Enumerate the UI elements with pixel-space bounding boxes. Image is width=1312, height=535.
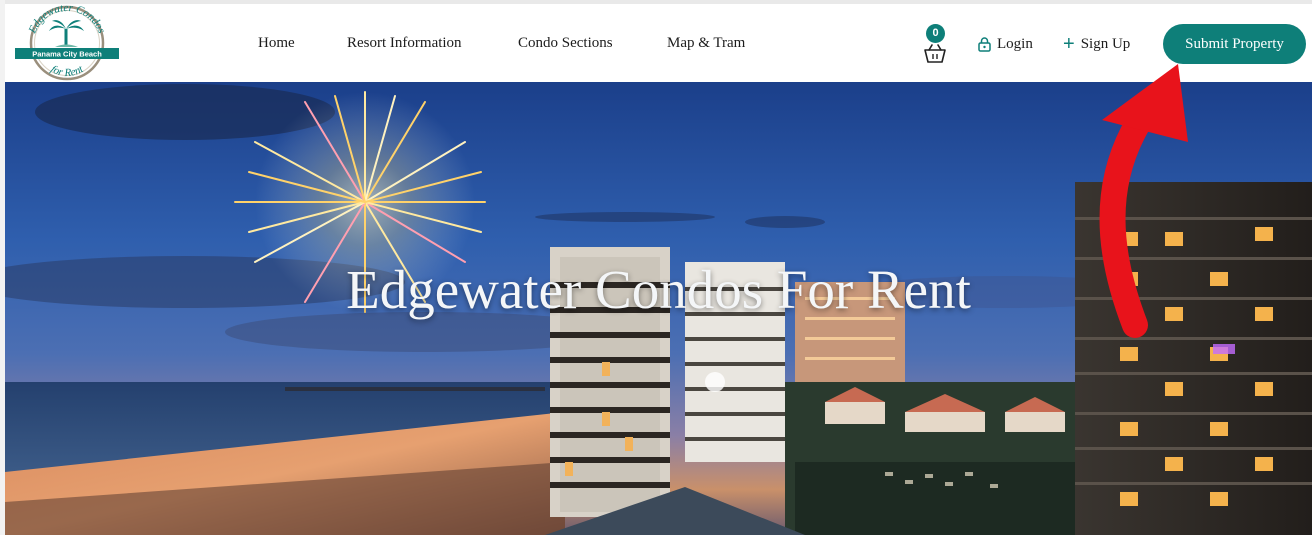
cart-count-badge: 0 <box>926 24 945 43</box>
nav-resort-information[interactable]: Resort Information <box>347 35 462 52</box>
hero-banner: Edgewater Condos For Rent <box>5 82 1312 535</box>
nav-condo-sections[interactable]: Condo Sections <box>518 35 613 52</box>
submit-property-button[interactable]: Submit Property <box>1163 24 1306 64</box>
right-condo-tower <box>1075 182 1312 535</box>
plus-icon: + <box>1063 33 1075 55</box>
signup-label: Sign Up <box>1080 35 1131 52</box>
logo-banner-text: Panama City Beach <box>32 50 102 59</box>
hero-title: Edgewater Condos For Rent <box>346 259 971 320</box>
basket-icon <box>924 44 946 63</box>
cart-button[interactable]: 0 <box>920 21 950 69</box>
login-label: Login <box>997 35 1033 52</box>
logo-badge: Edgewater Condos Panama City Beach for R… <box>15 2 119 81</box>
nav-home[interactable]: Home <box>258 35 295 52</box>
lock-icon <box>978 36 991 52</box>
login-link[interactable]: Login <box>978 34 1033 54</box>
nav-map-and-tram[interactable]: Map & Tram <box>667 35 745 52</box>
site-header: Edgewater Condos Panama City Beach for R… <box>5 2 1312 82</box>
signup-link[interactable]: + Sign Up <box>1063 34 1130 54</box>
site-logo[interactable]: Edgewater Condos Panama City Beach for R… <box>15 2 119 81</box>
